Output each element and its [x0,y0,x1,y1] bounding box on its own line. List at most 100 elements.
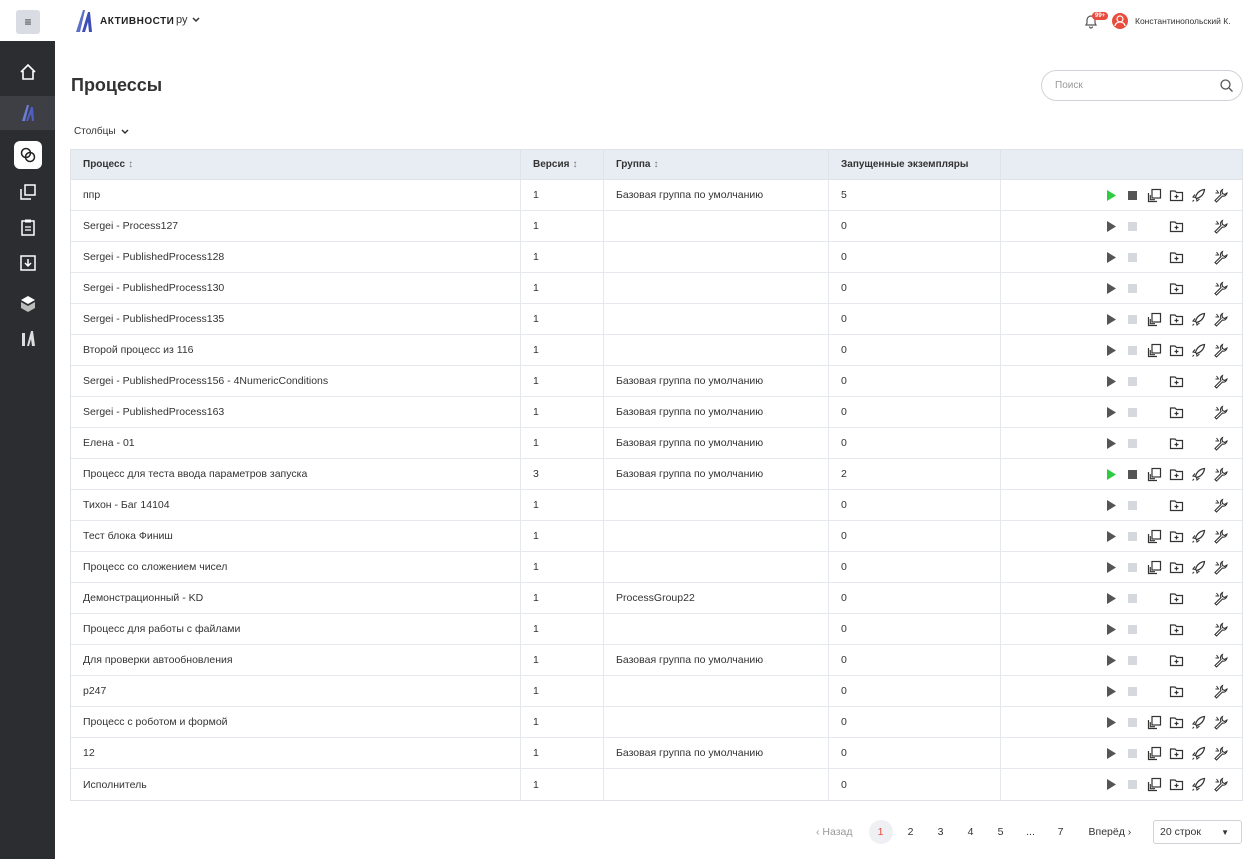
page-button[interactable]: 2 [899,820,923,844]
play-icon[interactable] [1102,187,1118,203]
sidebar-item-downloads[interactable] [0,246,55,280]
table-row[interactable]: Sergei - PublishedProcess128 1 0 [71,242,1242,273]
play-icon[interactable] [1102,497,1118,513]
folder-add-icon[interactable] [1168,435,1184,451]
folder-add-icon[interactable] [1168,373,1184,389]
table-row[interactable]: Sergei - PublishedProcess135 1 0 [71,304,1242,335]
next-page-button[interactable]: Вперёд › [1089,826,1132,838]
wrench-icon[interactable] [1212,218,1228,234]
table-row[interactable]: Второй процесс из 116 1 0 [71,335,1242,366]
rocket-icon[interactable] [1190,745,1206,761]
play-icon[interactable] [1102,435,1118,451]
play-icon[interactable] [1102,280,1118,296]
table-row[interactable]: p247 1 0 [71,676,1242,707]
wrench-icon[interactable] [1212,559,1228,575]
rocket-icon[interactable] [1190,559,1206,575]
wrench-icon[interactable] [1212,280,1228,296]
rocket-icon[interactable] [1190,311,1206,327]
play-icon[interactable] [1102,466,1118,482]
wrench-icon[interactable] [1212,621,1228,637]
sort-icon[interactable]: ↕ [653,159,658,170]
play-icon[interactable] [1102,683,1118,699]
sidebar-item-activities[interactable] [0,96,55,130]
folder-add-icon[interactable] [1168,714,1184,730]
stop-icon[interactable] [1124,466,1140,482]
sidebar-item-alt[interactable] [0,321,55,355]
folder-add-icon[interactable] [1168,311,1184,327]
wrench-icon[interactable] [1212,404,1228,420]
wrench-icon[interactable] [1212,745,1228,761]
play-icon[interactable] [1102,745,1118,761]
folder-add-icon[interactable] [1168,559,1184,575]
play-icon[interactable] [1102,373,1118,389]
sort-icon[interactable]: ↕ [572,159,577,170]
table-row[interactable]: Процесс для работы с файлами 1 0 [71,614,1242,645]
copy-icon[interactable] [1146,745,1162,761]
table-row[interactable]: Процесс со сложением чисел 1 0 [71,552,1242,583]
copy-icon[interactable] [1146,559,1162,575]
table-row[interactable]: Тест блока Финиш 1 0 [71,521,1242,552]
sort-icon[interactable]: ↕ [128,159,133,170]
folder-add-icon[interactable] [1168,249,1184,265]
table-row[interactable]: Для проверки автообновления 1 Базовая груп… [71,645,1242,676]
page-button[interactable]: 4 [959,820,983,844]
page-button[interactable]: 1 [868,820,893,844]
wrench-icon[interactable] [1212,714,1228,730]
wrench-icon[interactable] [1212,776,1228,792]
folder-add-icon[interactable] [1168,342,1184,358]
wrench-icon[interactable] [1212,373,1228,389]
copy-icon[interactable] [1146,776,1162,792]
play-icon[interactable] [1102,652,1118,668]
table-row[interactable]: Процесс с роботом и формой 1 0 [71,707,1242,738]
rocket-icon[interactable] [1190,528,1206,544]
rows-per-page-select[interactable]: 20 строк ▼ [1153,820,1242,844]
play-icon[interactable] [1102,590,1118,606]
sidebar-item-tasks[interactable] [0,210,55,244]
search-icon[interactable] [1219,78,1234,93]
folder-add-icon[interactable] [1168,404,1184,420]
play-icon[interactable] [1102,528,1118,544]
play-icon[interactable] [1102,404,1118,420]
search-box[interactable] [1041,70,1243,101]
table-row[interactable]: Sergei - PublishedProcess156 - 4NumericC… [71,366,1242,397]
play-icon[interactable] [1102,621,1118,637]
copy-icon[interactable] [1146,342,1162,358]
wrench-icon[interactable] [1212,311,1228,327]
table-row[interactable]: ппр 1 Базовая группа по умолчанию 5 [71,180,1242,211]
copy-icon[interactable] [1146,311,1162,327]
sidebar-item-packages[interactable] [0,287,55,321]
table-row[interactable]: Sergei - PublishedProcess163 1 Базовая гру… [71,397,1242,428]
table-row[interactable]: Тихон - Баг 14104 1 0 [71,490,1242,521]
rocket-icon[interactable] [1190,714,1206,730]
play-icon[interactable] [1102,311,1118,327]
play-icon[interactable] [1102,776,1118,792]
stop-icon[interactable] [1124,187,1140,203]
folder-add-icon[interactable] [1168,280,1184,296]
prev-page-button[interactable]: ‹ Назад [816,826,853,838]
page-button[interactable]: 5 [989,820,1013,844]
play-icon[interactable] [1102,559,1118,575]
wrench-icon[interactable] [1212,528,1228,544]
table-row[interactable]: Sergei - Process127 1 0 [71,211,1242,242]
folder-add-icon[interactable] [1168,652,1184,668]
folder-add-icon[interactable] [1168,683,1184,699]
folder-add-icon[interactable] [1168,590,1184,606]
copy-icon[interactable] [1146,187,1162,203]
rocket-icon[interactable] [1190,187,1206,203]
search-input[interactable] [1055,80,1215,91]
table-row[interactable]: Исполнитель 1 0 [71,769,1242,800]
folder-add-icon[interactable] [1168,497,1184,513]
play-icon[interactable] [1102,218,1118,234]
wrench-icon[interactable] [1212,435,1228,451]
rocket-icon[interactable] [1190,466,1206,482]
copy-icon[interactable] [1146,528,1162,544]
play-icon[interactable] [1102,714,1118,730]
sidebar-item-copy[interactable] [0,175,55,209]
table-row[interactable]: Елена - 01 1 Базовая группа по умолчанию 0 [71,428,1242,459]
table-row[interactable]: 12 1 Базовая группа по умолчанию 0 [71,738,1242,769]
language-selector[interactable]: ру [176,14,200,26]
play-icon[interactable] [1102,342,1118,358]
column-header[interactable]: Группа ↕ [604,150,829,179]
folder-add-icon[interactable] [1168,187,1184,203]
play-icon[interactable] [1102,249,1118,265]
